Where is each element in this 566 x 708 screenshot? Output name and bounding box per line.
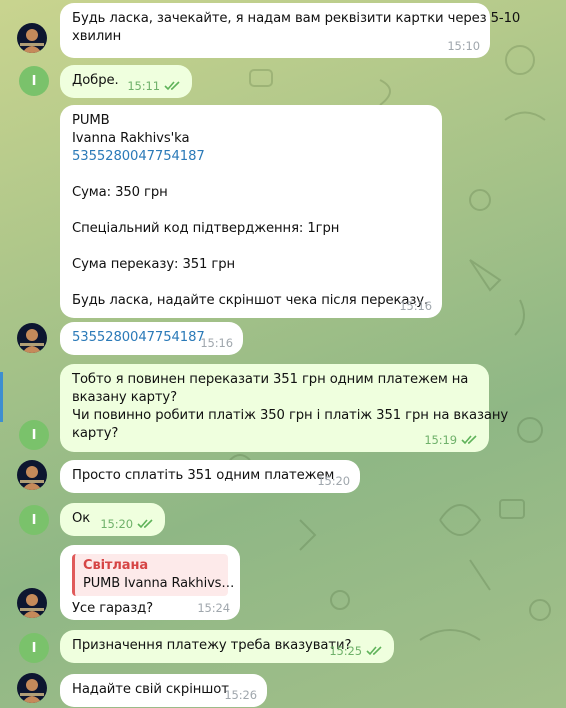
message-bubble-incoming[interactable]: Просто сплатіть 351 одним платежем 15:20 xyxy=(60,460,360,493)
message-time: 15:24 xyxy=(197,601,230,615)
message-text: вказану карту? xyxy=(72,390,178,405)
user-avatar[interactable]: I xyxy=(19,505,49,535)
read-checkmarks-icon xyxy=(164,81,182,91)
message-time: 15:16 xyxy=(200,336,233,350)
read-checkmarks-icon xyxy=(366,646,384,656)
contact-avatar[interactable] xyxy=(17,23,47,53)
message-text: Ivanna Rakhivs'ka xyxy=(72,131,190,146)
message-text: Сума: 350 грн xyxy=(72,185,168,200)
contact-avatar[interactable] xyxy=(17,323,47,353)
read-checkmarks-icon xyxy=(461,435,479,445)
read-checkmarks-icon xyxy=(137,519,155,529)
user-avatar[interactable]: I xyxy=(19,66,49,96)
message-text: карту? xyxy=(72,426,119,441)
message-bubble-incoming[interactable]: Світлана PUMB Ivanna Rakhivs… Усе гаразд… xyxy=(60,545,240,620)
message-text: Будь ласка, зачекайте, я надам вам рекві… xyxy=(72,11,521,26)
reply-author: Світлана xyxy=(83,558,149,573)
message-bubble-incoming[interactable]: Надайте свій скріншот 15:26 xyxy=(60,674,267,707)
message-bubble-outgoing[interactable]: Ок 15:20 xyxy=(60,503,165,536)
user-avatar[interactable]: I xyxy=(19,633,49,663)
message-bubble-outgoing[interactable]: Призначення платежу треба вказувати? 15:… xyxy=(60,630,394,663)
message-time: 15:26 xyxy=(224,688,257,702)
scroll-indicator[interactable] xyxy=(0,372,3,422)
message-text xyxy=(72,202,430,220)
reply-quote[interactable]: Світлана PUMB Ivanna Rakhivs… xyxy=(72,554,235,596)
message-text: PUMB xyxy=(72,113,110,128)
message-text: хвилин xyxy=(72,29,122,44)
message-text xyxy=(72,238,430,256)
message-bubble-incoming[interactable]: Будь ласка, зачекайте, я надам вам рекві… xyxy=(60,3,521,58)
contact-avatar[interactable] xyxy=(17,460,47,490)
message-text xyxy=(72,274,430,292)
message-time: 15:16 xyxy=(399,299,432,313)
message-time: 15:20 xyxy=(100,517,133,531)
message-bubble-incoming[interactable]: 5355280047754187 15:16 xyxy=(60,322,243,355)
message-text: Тобто я повинен переказати 351 грн одним… xyxy=(72,372,469,387)
message-text: Сума переказу: 351 грн xyxy=(72,257,236,272)
message-text: Просто сплатіть 351 одним платежем xyxy=(72,468,335,483)
message-time: 15:11 xyxy=(127,79,160,93)
message-text: Будь ласка, надайте скріншот чека після … xyxy=(72,293,429,308)
message-text: Чи повинно робити платіж 350 грн і платі… xyxy=(72,408,509,423)
message-time: 15:19 xyxy=(424,433,457,447)
card-number-link[interactable]: 5355280047754187 xyxy=(72,148,430,166)
message-text: Спеціальний код підтвердження: 1грн xyxy=(72,221,340,236)
message-bubble-outgoing[interactable]: Тобто я повинен переказати 351 грн одним… xyxy=(60,364,509,452)
message-time: 15:20 xyxy=(317,474,350,488)
contact-avatar[interactable] xyxy=(17,673,47,703)
message-bubble-incoming[interactable]: PUMB Ivanna Rakhivs'ka 5355280047754187 … xyxy=(60,105,442,318)
message-bubble-outgoing[interactable]: Добре. 15:11 xyxy=(60,65,192,98)
reply-text: PUMB Ivanna Rakhivs… xyxy=(83,576,235,591)
message-time: 15:25 xyxy=(329,644,362,658)
message-time: 15:10 xyxy=(447,39,480,53)
contact-avatar[interactable] xyxy=(17,588,47,618)
user-avatar[interactable]: I xyxy=(19,420,49,450)
message-text xyxy=(72,166,430,184)
